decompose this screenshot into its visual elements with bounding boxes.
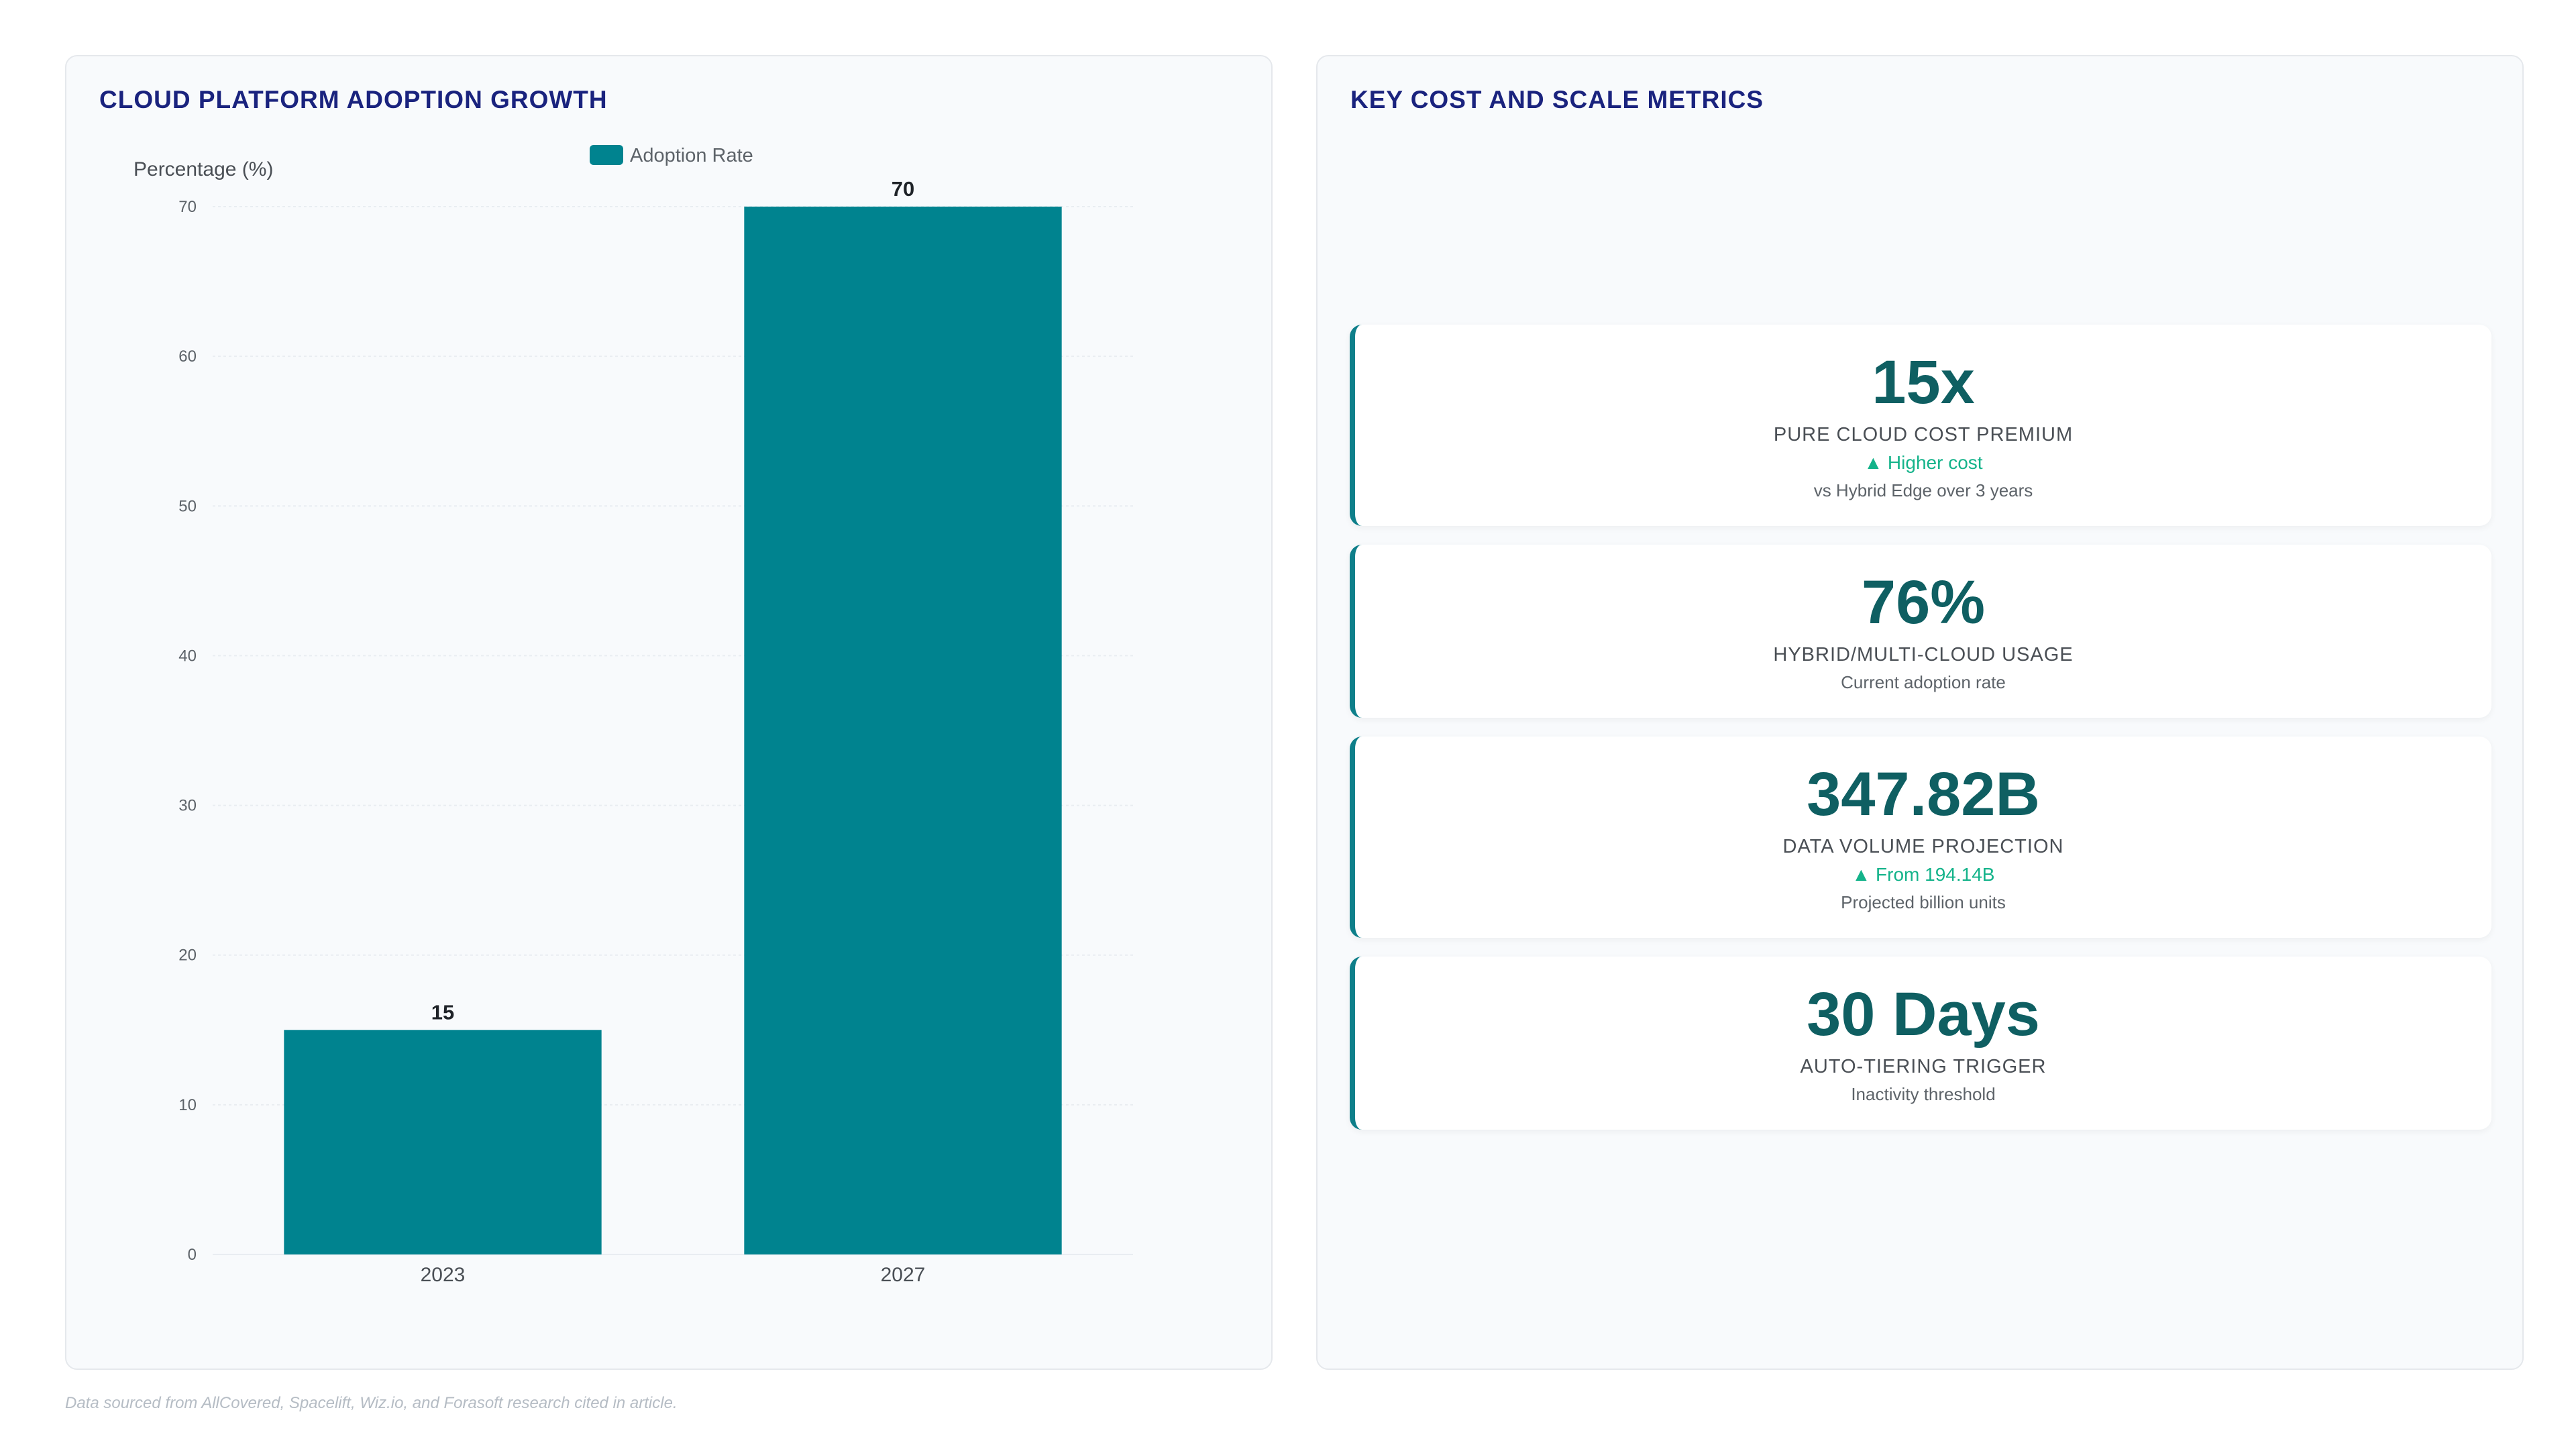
source-footnote: Data sourced from AllCovered, Spacelift,… (65, 1394, 678, 1412)
metrics-panel: KEY COST AND SCALE METRICS 15x PURE CLOU… (1316, 55, 2524, 1370)
metric-label: PURE CLOUD COST PREMIUM (1773, 424, 2074, 445)
metrics-panel-title: KEY COST AND SCALE METRICS (1350, 86, 1764, 113)
metric-card-data-volume: 347.82B DATA VOLUME PROJECTION ▲ From 19… (1350, 737, 2491, 938)
metric-note: vs Hybrid Edge over 3 years (1813, 480, 2033, 500)
metric-trend: ▲ Higher cost (1864, 452, 1983, 473)
metric-label: AUTO-TIERING TRIGGER (1800, 1056, 2047, 1077)
y-tick-label: 50 (178, 497, 197, 515)
metric-value: 15x (1872, 348, 1975, 417)
metric-trend: ▲ From 194.14B (1851, 864, 1995, 885)
legend-swatch (590, 145, 623, 165)
y-tick-label: 70 (178, 198, 197, 216)
y-tick-label: 30 (178, 797, 197, 815)
metric-cards: 15x PURE CLOUD COST PREMIUM ▲ Higher cos… (1350, 325, 2491, 1148)
metric-card-auto-tiering: 30 Days AUTO-TIERING TRIGGER Inactivity … (1350, 957, 2491, 1130)
metric-label: DATA VOLUME PROJECTION (1782, 836, 2064, 857)
bar-2023 (284, 1030, 602, 1254)
y-tick-label: 0 (188, 1246, 197, 1264)
legend-label: Adoption Rate (630, 145, 753, 166)
dashboard-page: CLOUD PLATFORM ADOPTION GROWTH 0 10 20 30 40… (0, 0, 2576, 1449)
x-tick-label: 2023 (421, 1264, 466, 1286)
y-tick-label: 10 (178, 1096, 197, 1114)
x-tick-label: 2027 (881, 1264, 926, 1286)
y-axis-label: Percentage (%) (133, 158, 273, 180)
y-tick-label: 60 (178, 347, 197, 366)
metric-note: Inactivity threshold (1851, 1084, 1996, 1104)
bar-2027 (744, 207, 1062, 1254)
bar-data-label: 70 (892, 177, 914, 201)
y-tick-label: 20 (178, 947, 197, 965)
metric-value: 76% (1861, 568, 1986, 637)
metric-value: 347.82B (1807, 760, 2040, 828)
bar-data-label: 15 (431, 1000, 454, 1024)
metric-note: Current adoption rate (1841, 672, 2006, 692)
metric-card-hybrid-usage: 76% HYBRID/MULTI-CLOUD USAGE Current ado… (1350, 545, 2491, 718)
adoption-chart-panel: CLOUD PLATFORM ADOPTION GROWTH 0 10 20 30 40… (65, 55, 1273, 1370)
adoption-bar-chart: 0 10 20 30 40 50 60 70 Percentage (%) Adoption Ra… (133, 145, 1133, 1286)
metric-label: HYBRID/MULTI-CLOUD USAGE (1773, 644, 2074, 665)
metric-card-cost-premium: 15x PURE CLOUD COST PREMIUM ▲ Higher cos… (1350, 325, 2491, 526)
metric-note: Projected billion units (1841, 892, 2006, 912)
y-tick-label: 40 (178, 647, 197, 665)
metric-value: 30 Days (1807, 980, 2040, 1049)
